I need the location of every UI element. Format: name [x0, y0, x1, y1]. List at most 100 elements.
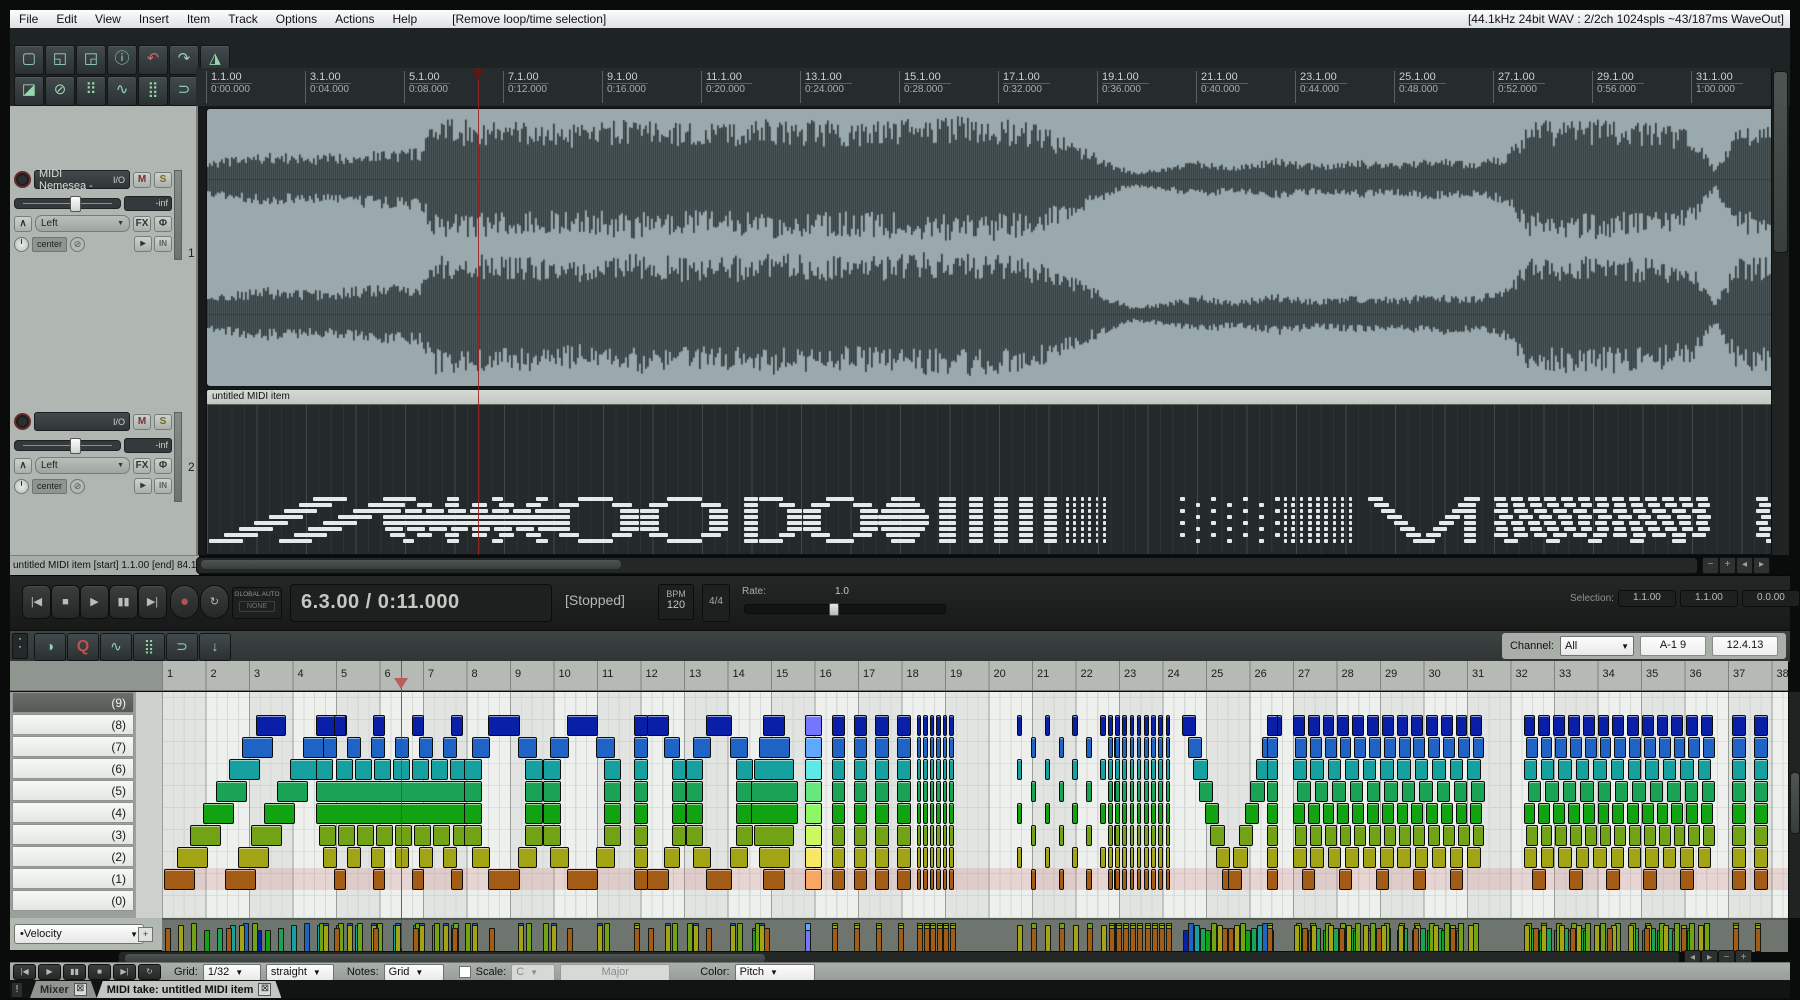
midi-note[interactable] [373, 715, 385, 736]
midi-note[interactable] [943, 847, 948, 868]
midi-note[interactable] [1130, 803, 1135, 824]
midi-note[interactable] [1100, 803, 1106, 824]
midi-note[interactable] [1615, 781, 1629, 802]
midi-note[interactable] [1688, 825, 1700, 846]
midi-note[interactable] [634, 803, 648, 824]
midi-note[interactable] [1108, 803, 1113, 824]
velocity-bar[interactable] [1222, 928, 1228, 953]
midi-note[interactable] [1632, 781, 1646, 802]
midi-note[interactable] [412, 715, 424, 736]
midi-note[interactable] [1450, 869, 1464, 890]
midi-note[interactable] [897, 781, 911, 802]
midi-note[interactable] [1598, 715, 1610, 736]
midi-note[interactable] [1182, 715, 1196, 736]
menu-help[interactable]: Help [383, 12, 426, 26]
midi-note[interactable] [373, 869, 385, 890]
midi-note[interactable] [1674, 825, 1686, 846]
midi-note[interactable] [472, 737, 491, 758]
midi-note[interactable] [1397, 715, 1409, 736]
envelope-button[interactable]: ∧ [14, 216, 32, 232]
midi-note[interactable] [1526, 737, 1538, 758]
midi-note[interactable] [1166, 715, 1171, 736]
midi-note[interactable] [706, 869, 733, 890]
midi-note[interactable] [664, 847, 680, 868]
midi-note[interactable] [1250, 781, 1264, 802]
midi-note[interactable] [634, 737, 648, 758]
midi-note[interactable] [930, 715, 935, 736]
velocity-bar[interactable] [413, 928, 419, 953]
play-button[interactable]: ▶ [80, 585, 109, 619]
midi-note[interactable] [1323, 715, 1335, 736]
midi-note[interactable] [1308, 715, 1320, 736]
midi-note[interactable] [464, 759, 482, 780]
midi-note[interactable] [1671, 715, 1683, 736]
midi-note[interactable] [443, 847, 457, 868]
midi-note[interactable] [1017, 803, 1023, 824]
midi-note[interactable] [567, 715, 599, 736]
velocity-bar[interactable] [1355, 923, 1361, 953]
midi-note[interactable] [930, 825, 935, 846]
velocity-bar[interactable] [1109, 928, 1115, 953]
midi-note[interactable] [1458, 737, 1470, 758]
midi-note[interactable] [854, 759, 868, 780]
midi-note[interactable] [334, 869, 346, 890]
midi-note[interactable] [1137, 715, 1142, 736]
midi-note[interactable] [1555, 825, 1567, 846]
midi-note[interactable] [1315, 781, 1329, 802]
midi-note[interactable] [1376, 869, 1390, 890]
midi-note[interactable] [1732, 737, 1746, 758]
midi-note[interactable] [1340, 825, 1352, 846]
midi-note[interactable] [949, 781, 954, 802]
velocity-bar[interactable] [876, 928, 882, 953]
midi-note[interactable] [1558, 847, 1572, 868]
velocity-bar[interactable] [634, 928, 640, 953]
midi-note[interactable] [1158, 781, 1163, 802]
go-to-end-button[interactable]: ▶| [138, 585, 167, 619]
midi-note[interactable] [686, 825, 703, 846]
midi-note[interactable] [1600, 825, 1612, 846]
midi-note[interactable] [1399, 737, 1411, 758]
menu-view[interactable]: View [86, 12, 130, 26]
midi-note[interactable] [1541, 825, 1553, 846]
velocity-bar[interactable] [1137, 928, 1143, 953]
midi-note[interactable] [216, 781, 247, 802]
midi-note[interactable] [634, 715, 648, 736]
mute-button[interactable]: M [133, 414, 151, 430]
close-icon[interactable]: ⊠ [74, 983, 87, 996]
midi-note[interactable] [1598, 781, 1612, 802]
event-filter-icon[interactable]: ◑ [34, 633, 66, 661]
midi-note[interactable] [1122, 715, 1127, 736]
midi-note[interactable] [1688, 737, 1700, 758]
midi-note[interactable] [1732, 847, 1746, 868]
midi-note[interactable] [1473, 737, 1485, 758]
midi-note[interactable] [1108, 715, 1113, 736]
midi-note[interactable] [1086, 737, 1092, 758]
midi-note[interactable] [1686, 803, 1698, 824]
midi-note[interactable] [1570, 737, 1582, 758]
midi-note[interactable] [1645, 847, 1659, 868]
velocity-bar[interactable] [597, 925, 603, 952]
midi-note[interactable] [1612, 715, 1624, 736]
midi-note[interactable] [1137, 803, 1142, 824]
midi-note[interactable] [1166, 869, 1171, 890]
midi-note[interactable] [1267, 781, 1278, 802]
midi-note[interactable] [238, 847, 269, 868]
midi-note[interactable] [1754, 825, 1768, 846]
midi-note[interactable] [1166, 759, 1171, 780]
midi-note[interactable] [943, 803, 948, 824]
midi-note[interactable] [1122, 825, 1127, 846]
midi-note[interactable] [1130, 737, 1135, 758]
midi-note[interactable] [832, 759, 846, 780]
midi-note[interactable] [917, 759, 922, 780]
velocity-bar[interactable] [1328, 925, 1334, 952]
midi-note[interactable] [1611, 759, 1625, 780]
velocity-bar[interactable] [1681, 928, 1687, 953]
midi-note[interactable] [949, 869, 954, 890]
midi-note[interactable] [943, 781, 948, 802]
midi-note[interactable] [1367, 803, 1379, 824]
velocity-bar[interactable] [1346, 925, 1352, 952]
midi-note[interactable] [634, 869, 648, 890]
midi-note[interactable] [1151, 715, 1156, 736]
midi-note[interactable] [1538, 803, 1550, 824]
midi-note[interactable] [1583, 803, 1595, 824]
